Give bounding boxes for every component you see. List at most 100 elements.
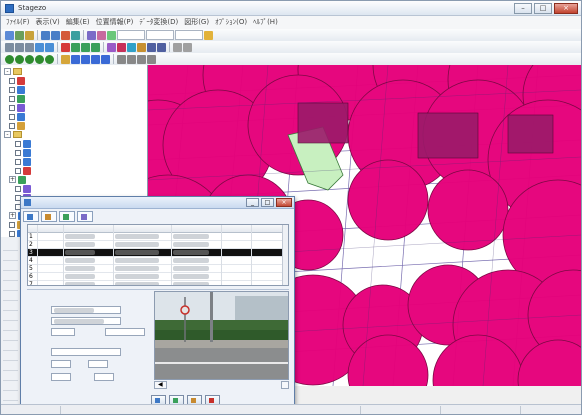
field4-input[interactable] bbox=[51, 347, 121, 356]
window-cascade-icon[interactable] bbox=[183, 42, 192, 52]
green-dot-icon[interactable] bbox=[45, 54, 54, 64]
scale-box[interactable] bbox=[117, 30, 145, 40]
help-icon[interactable] bbox=[204, 30, 213, 40]
menu-file[interactable]: ﾌｧｲﾙ(F) bbox=[3, 17, 33, 28]
tree-item[interactable] bbox=[15, 166, 53, 175]
green-dot-icon[interactable] bbox=[5, 54, 14, 64]
table-scrollbar[interactable] bbox=[282, 225, 288, 285]
expand-icon[interactable]: + bbox=[9, 176, 16, 183]
layer-checkbox[interactable] bbox=[15, 185, 21, 192]
tree-item[interactable] bbox=[9, 103, 47, 112]
maximize-button[interactable]: □ bbox=[534, 2, 552, 14]
column-header[interactable] bbox=[252, 225, 284, 233]
expand-icon[interactable]: - bbox=[4, 68, 11, 75]
open-icon[interactable] bbox=[5, 30, 14, 40]
grid-icon[interactable] bbox=[127, 42, 136, 52]
rect-tool-icon[interactable] bbox=[81, 54, 90, 64]
field5-input[interactable] bbox=[51, 359, 71, 368]
table-row-selected[interactable]: 3 bbox=[28, 249, 288, 257]
layer-checkbox[interactable] bbox=[15, 140, 21, 147]
tree-item[interactable]: + bbox=[9, 175, 48, 184]
table-icon[interactable] bbox=[147, 42, 156, 52]
undo-icon[interactable] bbox=[35, 42, 44, 52]
dialog-close-button[interactable]: × bbox=[276, 198, 292, 207]
menu-view[interactable]: 表示(V) bbox=[33, 17, 63, 28]
refresh-icon[interactable] bbox=[71, 30, 80, 40]
tree-item[interactable]: - bbox=[4, 130, 44, 139]
dialog-minimize-button[interactable]: _ bbox=[246, 198, 259, 207]
column-header[interactable] bbox=[64, 225, 114, 233]
delete-icon[interactable] bbox=[61, 42, 70, 52]
minimize-button[interactable]: – bbox=[514, 2, 532, 14]
menu-position[interactable]: 位置情報(P) bbox=[93, 17, 137, 28]
photo-prev-button[interactable]: ◀ bbox=[154, 381, 167, 389]
zoom-out-icon[interactable] bbox=[51, 30, 60, 40]
tab-settings[interactable] bbox=[77, 211, 93, 222]
buffer-icon[interactable] bbox=[107, 42, 116, 52]
measure-icon[interactable] bbox=[97, 30, 106, 40]
add-line-icon[interactable] bbox=[81, 42, 90, 52]
close-button[interactable]: × bbox=[554, 2, 578, 14]
snap-icon[interactable] bbox=[117, 54, 126, 64]
tree-item[interactable] bbox=[9, 121, 47, 130]
line-tool-icon[interactable] bbox=[71, 54, 80, 64]
table-row[interactable]: 7 bbox=[28, 281, 288, 285]
chart-icon[interactable] bbox=[157, 42, 166, 52]
table-row[interactable]: 6 bbox=[28, 273, 288, 281]
view-box[interactable] bbox=[175, 30, 203, 40]
zoom-in-icon[interactable] bbox=[41, 30, 50, 40]
color-icon[interactable] bbox=[117, 42, 126, 52]
layer-checkbox[interactable] bbox=[15, 167, 21, 174]
pan-icon[interactable] bbox=[61, 30, 70, 40]
field8-input[interactable] bbox=[94, 372, 114, 381]
layer-checkbox[interactable] bbox=[9, 95, 15, 102]
table-row[interactable]: 1 bbox=[28, 233, 288, 241]
field3-select[interactable] bbox=[51, 327, 75, 336]
layer-checkbox[interactable] bbox=[15, 149, 21, 156]
tree-item[interactable]: - bbox=[4, 67, 44, 76]
add-polygon-icon[interactable] bbox=[91, 42, 100, 52]
tree-item[interactable] bbox=[15, 184, 53, 193]
paste-icon[interactable] bbox=[25, 42, 34, 52]
vertex-icon[interactable] bbox=[127, 54, 136, 64]
table-row[interactable]: 2 bbox=[28, 241, 288, 249]
tab-list[interactable] bbox=[23, 211, 39, 222]
layer-checkbox[interactable] bbox=[9, 86, 15, 93]
add-point-icon[interactable] bbox=[71, 42, 80, 52]
expand-icon[interactable]: - bbox=[4, 131, 11, 138]
menu-options[interactable]: ｵﾌﾟｼｮﾝ(O) bbox=[212, 17, 250, 28]
expand-icon[interactable]: + bbox=[9, 212, 16, 219]
photo-open-button[interactable] bbox=[281, 381, 289, 389]
tree-item[interactable] bbox=[9, 94, 47, 103]
field3b-input[interactable] bbox=[105, 327, 145, 336]
dialog-title-bar[interactable]: _ □ × bbox=[21, 197, 294, 209]
field7-input[interactable] bbox=[51, 372, 71, 381]
tree-item[interactable] bbox=[15, 148, 53, 157]
text-tool-icon[interactable] bbox=[61, 54, 70, 64]
attribute-icon[interactable] bbox=[137, 42, 146, 52]
tab-detail[interactable] bbox=[41, 211, 57, 222]
copy-icon[interactable] bbox=[15, 42, 24, 52]
menu-help[interactable]: ﾍﾙﾌﾟ(H) bbox=[250, 17, 281, 28]
layer-checkbox[interactable] bbox=[9, 104, 15, 111]
save-icon[interactable] bbox=[15, 30, 24, 40]
layer-checkbox[interactable] bbox=[9, 77, 15, 84]
layer-checkbox[interactable] bbox=[9, 122, 15, 129]
tab-photo[interactable] bbox=[59, 211, 75, 222]
table-row[interactable]: 5 bbox=[28, 265, 288, 273]
tree-item[interactable] bbox=[15, 139, 53, 148]
column-header[interactable] bbox=[114, 225, 172, 233]
column-header[interactable] bbox=[38, 225, 64, 233]
column-header[interactable] bbox=[172, 225, 222, 233]
merge-icon[interactable] bbox=[147, 54, 156, 64]
tree-item[interactable] bbox=[9, 112, 47, 121]
dialog-maximize-button[interactable]: □ bbox=[261, 198, 274, 207]
window-tile-icon[interactable] bbox=[173, 42, 182, 52]
select-icon[interactable] bbox=[87, 30, 96, 40]
green-dot-icon[interactable] bbox=[15, 54, 24, 64]
field1-input[interactable] bbox=[51, 305, 121, 314]
tree-item[interactable] bbox=[9, 85, 47, 94]
column-header[interactable] bbox=[222, 225, 252, 233]
table-row[interactable]: 4 bbox=[28, 257, 288, 265]
layer-checkbox[interactable] bbox=[9, 230, 15, 237]
